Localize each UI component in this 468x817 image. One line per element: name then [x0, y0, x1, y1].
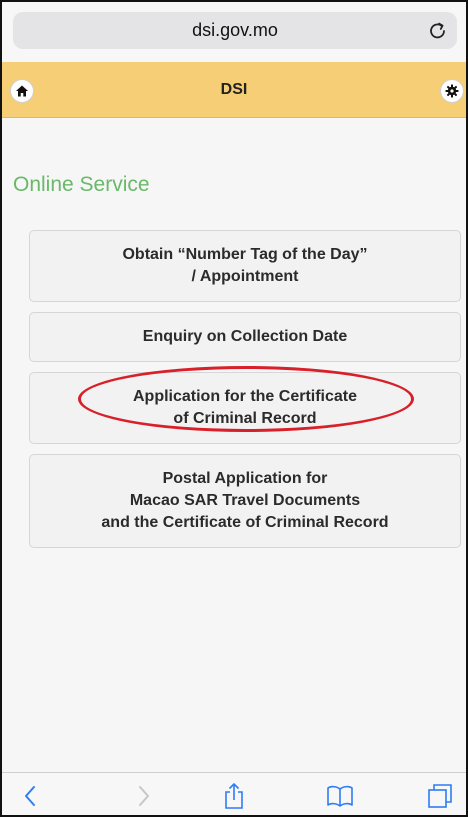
forward-icon — [139, 786, 149, 806]
share-icon — [225, 783, 243, 809]
main-content: Online Service Obtain “Number Tag of the… — [2, 118, 466, 773]
section-title: Online Service — [13, 173, 150, 196]
tabs-button[interactable] — [426, 782, 454, 810]
back-icon — [25, 786, 35, 806]
bookmarks-button[interactable] — [326, 782, 354, 810]
criminal-record-application-button[interactable]: Application for the Certificate of Crimi… — [29, 372, 461, 444]
enquiry-collection-date-button[interactable]: Enquiry on Collection Date — [29, 312, 461, 362]
gear-icon — [445, 84, 459, 98]
url-text: dsi.gov.mo — [192, 20, 278, 40]
service-label: Obtain “Number Tag of the Day” / Appoint… — [122, 246, 368, 285]
tabs-icon — [428, 784, 452, 808]
page-title: DSI — [220, 81, 248, 98]
reload-icon[interactable] — [427, 20, 449, 42]
address-bar[interactable]: dsi.gov.mo — [13, 12, 457, 49]
settings-button[interactable] — [440, 79, 464, 103]
postal-application-button[interactable]: Postal Application for Macao SAR Travel … — [29, 454, 461, 548]
bookmarks-icon — [327, 785, 353, 807]
share-button[interactable] — [220, 782, 248, 810]
screen: dsi.gov.mo DSI Online Service Obtain “Nu… — [0, 0, 468, 817]
browser-top-bar: dsi.gov.mo — [2, 2, 466, 62]
service-label: Application for the Certificate of Crimi… — [132, 388, 358, 427]
number-tag-appointment-button[interactable]: Obtain “Number Tag of the Day” / Appoint… — [29, 230, 461, 302]
service-label: Postal Application for Macao SAR Travel … — [101, 470, 389, 531]
app-header: DSI — [2, 62, 466, 118]
browser-toolbar — [2, 772, 466, 815]
back-button[interactable] — [16, 782, 44, 810]
forward-button[interactable] — [130, 782, 158, 810]
service-label: Enquiry on Collection Date — [142, 328, 348, 345]
